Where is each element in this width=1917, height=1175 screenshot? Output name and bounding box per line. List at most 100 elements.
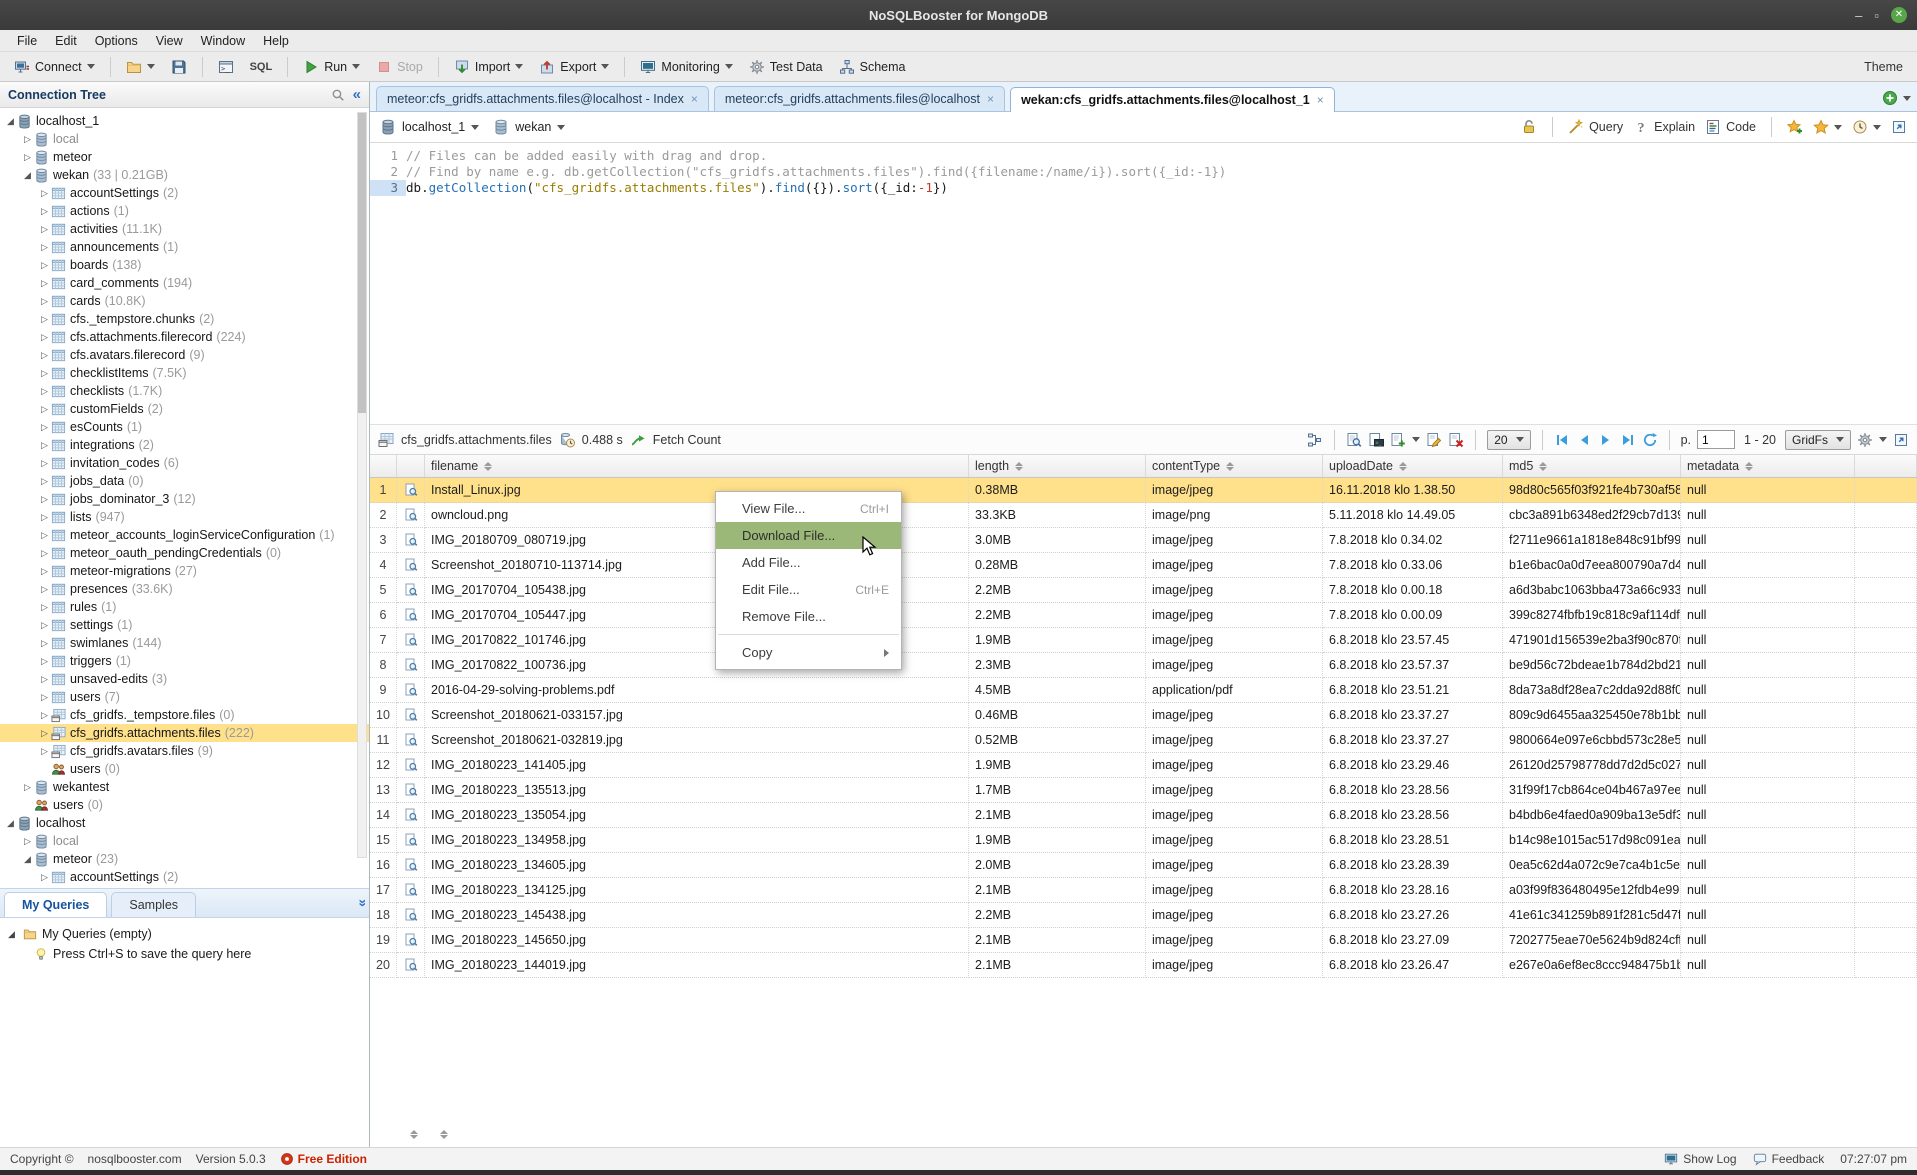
menu-item-view-file[interactable]: View File...Ctrl+I	[716, 495, 901, 522]
add-favorite-button[interactable]	[1787, 119, 1803, 135]
collapsed-icon[interactable]: ▷	[38, 526, 51, 544]
collapsed-icon[interactable]: ▷	[38, 742, 51, 760]
settings-icon[interactable]	[1857, 432, 1873, 448]
row-preview-cell[interactable]	[397, 853, 425, 878]
collapsed-icon[interactable]: ▷	[38, 562, 51, 580]
collapsed-icon[interactable]: ▷	[21, 130, 34, 148]
collapsed-icon[interactable]: ▷	[38, 382, 51, 400]
minimize-button[interactable]: –	[1855, 8, 1862, 23]
tree-item-wekan[interactable]: ◢wekan(33 | 0.21GB)	[0, 166, 369, 184]
menu-edit[interactable]: Edit	[46, 32, 86, 50]
view-document-icon[interactable]	[1346, 432, 1362, 448]
tree-item-accountsettings[interactable]: ▷accountSettings(2)	[0, 184, 369, 202]
test-data-button[interactable]: Test Data	[743, 56, 829, 78]
row-preview-cell[interactable]	[397, 553, 425, 578]
export-button[interactable]: Export	[533, 56, 615, 78]
document-tab-1[interactable]: meteor:cfs_gridfs.attachments.files@loca…	[376, 86, 709, 111]
tree-item-users[interactable]: ▷users(7)	[0, 688, 369, 706]
row-preview-cell[interactable]	[397, 528, 425, 553]
tab-samples[interactable]: Samples	[111, 892, 196, 917]
settings-caret-icon[interactable]	[1879, 437, 1887, 442]
table-row[interactable]: 8IMG_20170822_100736.jpg2.3MBimage/jpeg6…	[370, 653, 1917, 678]
tree-item-meteor-oauth-pendingcredentials[interactable]: ▷meteor_oauth_pendingCredentials(0)	[0, 544, 369, 562]
history-dropdown[interactable]	[1852, 119, 1881, 135]
tree-item-actions[interactable]: ▷actions(1)	[0, 202, 369, 220]
row-preview-cell[interactable]	[397, 753, 425, 778]
table-row[interactable]: 3IMG_20180709_080719.jpg3.0MBimage/jpeg7…	[370, 528, 1917, 553]
monitoring-button[interactable]: Monitoring	[634, 56, 738, 78]
save-button[interactable]	[165, 56, 193, 78]
row-preview-cell[interactable]	[397, 728, 425, 753]
show-log-button[interactable]: Show Log	[1664, 1152, 1736, 1166]
tree-item-unsaved-edits[interactable]: ▷unsaved-edits(3)	[0, 670, 369, 688]
row-preview-cell[interactable]	[397, 928, 425, 953]
favorites-dropdown[interactable]	[1813, 119, 1842, 135]
tree-item-jobs-data[interactable]: ▷jobs_data(0)	[0, 472, 369, 490]
tree-item-cfs-avatars-filerecord[interactable]: ▷cfs.avatars.filerecord(9)	[0, 346, 369, 364]
table-row[interactable]: 7IMG_20170822_101746.jpg1.9MBimage/jpeg6…	[370, 628, 1917, 653]
column-header-metadata[interactable]: metadata	[1681, 455, 1855, 477]
tab-close-icon[interactable]: ×	[691, 92, 698, 106]
expanded-icon[interactable]: ◢	[21, 850, 34, 868]
column-header-contenttype[interactable]: contentType	[1146, 455, 1323, 477]
row-preview-cell[interactable]	[397, 878, 425, 903]
column-header-filename[interactable]: filename	[425, 455, 969, 477]
tree-item-meteor[interactable]: ◢meteor(23)	[0, 850, 369, 868]
table-row[interactable]: 6IMG_20170704_105447.jpg2.2MBimage/jpeg7…	[370, 603, 1917, 628]
tab-close-icon[interactable]: ×	[1317, 93, 1324, 107]
table-row[interactable]: 1Install_Linux.jpg0.38MBimage/jpeg16.11.…	[370, 478, 1917, 503]
maximize-button[interactable]: ▫	[1874, 8, 1879, 23]
collapsed-icon[interactable]: ▷	[38, 454, 51, 472]
row-preview-cell[interactable]	[397, 678, 425, 703]
query-editor[interactable]: 1// Files can be added easily with drag …	[370, 143, 1917, 424]
table-row[interactable]: 13IMG_20180223_135513.jpg1.7MBimage/jpeg…	[370, 778, 1917, 803]
tree-item-meteor-migrations[interactable]: ▷meteor-migrations(27)	[0, 562, 369, 580]
run-button[interactable]: Run	[297, 56, 366, 78]
tree-item-customfields[interactable]: ▷customFields(2)	[0, 400, 369, 418]
collapsed-icon[interactable]: ▷	[21, 148, 34, 166]
terminal-button[interactable]: >_	[212, 56, 240, 78]
collapsed-icon[interactable]: ▷	[38, 580, 51, 598]
page-size-select[interactable]: 20	[1487, 430, 1530, 450]
table-row[interactable]: 20IMG_20180223_144019.jpg2.1MBimage/jpeg…	[370, 953, 1917, 978]
column-header-uploaddate[interactable]: uploadDate	[1323, 455, 1503, 477]
tree-item-cards[interactable]: ▷cards(10.8K)	[0, 292, 369, 310]
delete-document-icon[interactable]	[1448, 432, 1464, 448]
collapsed-icon[interactable]: ▷	[38, 346, 51, 364]
theme-button[interactable]: Theme	[1864, 60, 1909, 74]
tree-item-announcements[interactable]: ▷announcements(1)	[0, 238, 369, 256]
row-preview-cell[interactable]	[397, 478, 425, 503]
collapsed-icon[interactable]: ▷	[38, 688, 51, 706]
table-row[interactable]: 5IMG_20170704_105438.jpg2.2MBimage/jpeg7…	[370, 578, 1917, 603]
database-dropdown[interactable]: wekan	[493, 119, 565, 135]
view-mode-select[interactable]: GridFs	[1785, 430, 1851, 450]
collapsed-icon[interactable]: ▷	[38, 652, 51, 670]
row-preview-cell[interactable]	[397, 803, 425, 828]
prev-page-icon[interactable]	[1576, 432, 1592, 448]
tree-item-cfs-gridfs-tempstore-files[interactable]: ▷cfs_gridfs._tempstore.files(0)	[0, 706, 369, 724]
menu-item-edit-file[interactable]: Edit File...Ctrl+E	[716, 576, 901, 603]
row-preview-cell[interactable]	[397, 953, 425, 978]
tree-item-users[interactable]: users(0)	[0, 760, 369, 778]
collapsed-icon[interactable]: ▷	[38, 184, 51, 202]
row-preview-cell[interactable]	[397, 703, 425, 728]
tab-close-icon[interactable]: ×	[987, 92, 994, 106]
new-tab-icon[interactable]	[1882, 90, 1898, 106]
collapsed-icon[interactable]: ▷	[38, 220, 51, 238]
collapsed-icon[interactable]: ▷	[38, 400, 51, 418]
tree-item-invitation-codes[interactable]: ▷invitation_codes(6)	[0, 454, 369, 472]
column-header-length[interactable]: length	[969, 455, 1146, 477]
open-button[interactable]	[120, 56, 161, 78]
collapsed-icon[interactable]: ▷	[38, 544, 51, 562]
collapsed-icon[interactable]: ▷	[38, 472, 51, 490]
collapsed-icon[interactable]: ▷	[38, 490, 51, 508]
table-row[interactable]: 10Screenshot_20180621-033157.jpg0.46MBim…	[370, 703, 1917, 728]
code-button[interactable]: Code	[1705, 119, 1756, 135]
tree-item-accountsettings[interactable]: ▷accountSettings(2)	[0, 868, 369, 886]
tree-item-rules[interactable]: ▷rules(1)	[0, 598, 369, 616]
collapse-sidebar-icon[interactable]: «	[353, 89, 361, 101]
menu-options[interactable]: Options	[86, 32, 147, 50]
table-row[interactable]: 19IMG_20180223_145650.jpg2.1MBimage/jpeg…	[370, 928, 1917, 953]
menu-item-remove-file[interactable]: Remove File...	[716, 603, 901, 630]
row-preview-cell[interactable]	[397, 628, 425, 653]
